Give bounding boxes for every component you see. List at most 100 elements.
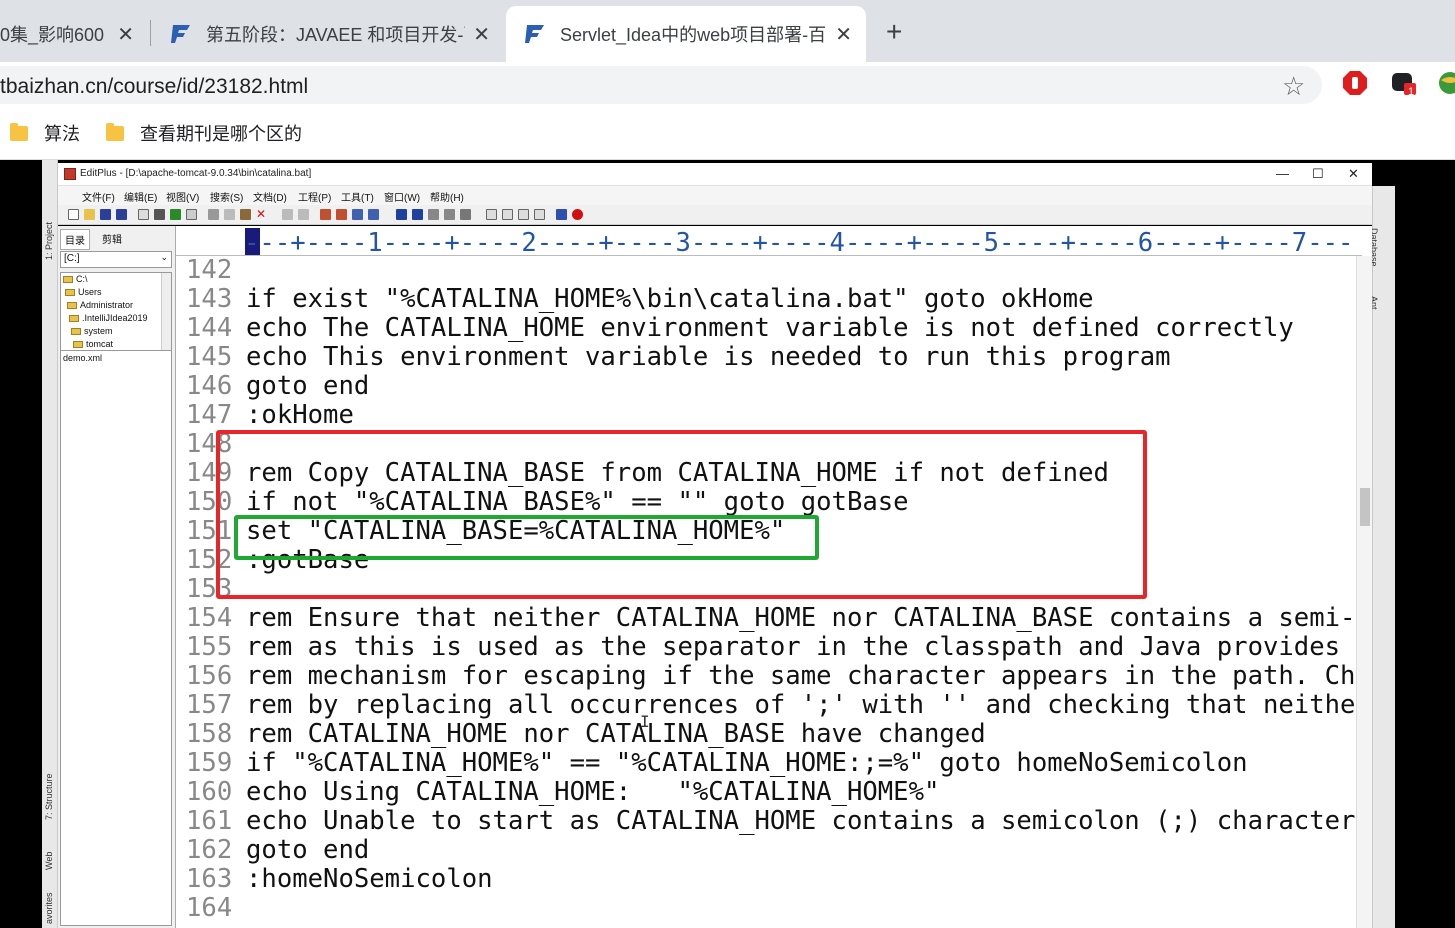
print-preview-icon[interactable] bbox=[138, 209, 149, 220]
line-number-icon[interactable] bbox=[428, 209, 439, 220]
adblock-extension-icon[interactable] bbox=[1342, 70, 1368, 96]
line-text[interactable]: echo This environment variable is needed… bbox=[246, 343, 1171, 372]
window-close-icon[interactable] bbox=[534, 209, 545, 220]
line-text[interactable]: rem by replacing all occurrences of ';' … bbox=[246, 691, 1362, 720]
tree-item[interactable]: system bbox=[61, 325, 171, 338]
new-tab-button[interactable]: + bbox=[886, 16, 902, 48]
minimize-button[interactable]: — bbox=[1276, 166, 1289, 181]
menu-project[interactable]: 工程(P) bbox=[298, 189, 331, 204]
close-icon[interactable]: ✕ bbox=[473, 22, 490, 47]
project-tool-label[interactable]: 1: Project bbox=[44, 222, 54, 260]
folder-icon bbox=[10, 122, 28, 141]
file-item[interactable]: demo.xml bbox=[63, 353, 102, 363]
cut-icon[interactable] bbox=[208, 209, 219, 220]
line-text[interactable]: echo Unable to start as CATALINA_HOME co… bbox=[246, 807, 1355, 836]
settings-icon[interactable] bbox=[460, 209, 471, 220]
print-icon[interactable] bbox=[154, 209, 165, 220]
line-text[interactable]: if "%CATALINA_HOME%" == "%CATALINA_HOME:… bbox=[246, 749, 1248, 778]
menu-file[interactable]: 文件(F) bbox=[82, 189, 115, 204]
find-icon[interactable] bbox=[320, 209, 331, 220]
baizhan-logo-icon bbox=[525, 25, 544, 43]
tab-cliptext[interactable]: 剪辑 bbox=[98, 229, 126, 248]
window-tile-icon[interactable] bbox=[502, 209, 513, 220]
globe-extension-icon[interactable] bbox=[1437, 70, 1455, 96]
structure-tool-label[interactable]: 7: Structure bbox=[44, 773, 54, 820]
folder-icon bbox=[69, 315, 79, 322]
save-all-icon[interactable] bbox=[116, 209, 127, 220]
browser-view-icon[interactable] bbox=[186, 209, 197, 220]
font-icon[interactable] bbox=[396, 209, 407, 220]
line-text[interactable]: rem Ensure that neither CATALINA_HOME no… bbox=[246, 604, 1362, 633]
stop-icon[interactable] bbox=[572, 209, 583, 220]
menu-window[interactable]: 窗口(W) bbox=[384, 189, 420, 204]
tree-item[interactable]: Users bbox=[61, 286, 171, 299]
help-icon[interactable] bbox=[556, 209, 567, 220]
web-tool-label[interactable]: Web bbox=[44, 852, 54, 870]
tree-item[interactable]: .IntelliJIdea2019 bbox=[61, 312, 171, 325]
menu-edit[interactable]: 编辑(E) bbox=[124, 189, 157, 204]
scrollbar-thumb[interactable] bbox=[1360, 488, 1370, 526]
tree-item[interactable]: Administrator bbox=[61, 299, 171, 312]
bookmark-algorithms[interactable]: 算法 bbox=[10, 120, 80, 146]
close-icon[interactable]: ✕ bbox=[835, 22, 852, 47]
line-number: 164 bbox=[186, 893, 233, 923]
menu-search[interactable]: 搜索(S) bbox=[210, 189, 243, 204]
omnibox[interactable]: tbaizhan.cn/course/id/23182.html ☆ bbox=[0, 66, 1322, 104]
close-button[interactable]: ✕ bbox=[1348, 166, 1359, 182]
favorites-tool-label[interactable]: avorites bbox=[44, 892, 54, 924]
line-number: 158 bbox=[186, 719, 233, 749]
line-number: 157 bbox=[186, 690, 233, 720]
ruler-icon[interactable] bbox=[444, 209, 455, 220]
save-icon[interactable] bbox=[100, 209, 111, 220]
new-file-icon[interactable] bbox=[68, 209, 79, 220]
menu-tools[interactable]: 工具(T) bbox=[341, 189, 374, 204]
line-text[interactable]: :homeNoSemicolon bbox=[246, 865, 493, 894]
drive-select[interactable]: [C:] ⌄ bbox=[60, 251, 172, 268]
line-text[interactable]: :okHome bbox=[246, 401, 354, 430]
copy-icon[interactable] bbox=[224, 209, 235, 220]
tree-item-label: Users bbox=[78, 287, 102, 297]
line-text[interactable]: if exist "%CATALINA_HOME%\bin\catalina.b… bbox=[246, 285, 1093, 314]
folder-icon bbox=[106, 122, 124, 141]
tab-directory[interactable]: 目录 bbox=[60, 229, 90, 250]
find-in-files-icon[interactable] bbox=[352, 209, 363, 220]
window-cascade-icon[interactable] bbox=[486, 209, 497, 220]
line-text[interactable]: goto end bbox=[246, 372, 369, 401]
editplus-app-icon bbox=[64, 168, 76, 180]
file-list: demo.xml bbox=[60, 350, 172, 926]
menu-help[interactable]: 帮助(H) bbox=[430, 189, 464, 204]
menu-document[interactable]: 文档(D) bbox=[253, 189, 287, 204]
chevron-down-icon: ⌄ bbox=[160, 252, 168, 262]
word-wrap-icon[interactable] bbox=[412, 209, 423, 220]
line-text[interactable]: goto end bbox=[246, 836, 369, 865]
line-text[interactable]: echo Using CATALINA_HOME: "%CATALINA_HOM… bbox=[246, 778, 939, 807]
window-list-icon[interactable] bbox=[518, 209, 529, 220]
editplus-title: EditPlus - [D:\apache-tomcat-9.0.34\bin\… bbox=[80, 168, 312, 179]
tab-video[interactable]: 0集_影响600 ✕ bbox=[0, 6, 148, 62]
replace-icon[interactable] bbox=[336, 209, 347, 220]
tab-servlet[interactable]: Servlet_Idea中的web项目部署-百 ✕ bbox=[506, 6, 866, 62]
tab-javaee[interactable]: 第五阶段：JAVAEE 和项目开发-百 ✕ bbox=[152, 6, 504, 62]
menu-view[interactable]: 视图(V) bbox=[166, 189, 199, 204]
line-text[interactable]: rem as this is used as the separator in … bbox=[246, 633, 1362, 662]
close-icon[interactable]: ✕ bbox=[117, 22, 134, 47]
line-text[interactable]: echo The CATALINA_HOME environment varia… bbox=[246, 314, 1294, 343]
url-text[interactable]: tbaizhan.cn/course/id/23182.html bbox=[0, 75, 308, 99]
vertical-scrollbar[interactable] bbox=[1356, 256, 1372, 928]
goto-line-icon[interactable] bbox=[368, 209, 379, 220]
line-text[interactable]: rem mechanism for escaping if the same c… bbox=[246, 662, 1362, 691]
tree-item-label: C:\ bbox=[76, 274, 88, 284]
redo-icon[interactable] bbox=[298, 209, 309, 220]
bookmark-journal[interactable]: 查看期刊是哪个区的 bbox=[106, 120, 302, 146]
maximize-button[interactable]: ☐ bbox=[1312, 166, 1324, 182]
undo-icon[interactable] bbox=[282, 209, 293, 220]
line-text[interactable]: rem CATALINA_HOME nor CATALINA_BASE have… bbox=[246, 720, 986, 749]
delete-icon[interactable]: ✕ bbox=[256, 207, 267, 221]
open-folder-icon[interactable] bbox=[84, 209, 95, 220]
tree-item[interactable]: C:\ bbox=[61, 273, 171, 286]
ruler-text: ---+----1----+----2----+----3----+----4-… bbox=[244, 228, 1354, 256]
star-icon[interactable]: ☆ bbox=[1282, 71, 1305, 102]
paste-icon[interactable] bbox=[240, 209, 251, 220]
editplus-toolbar: ✕ bbox=[58, 205, 1372, 225]
spell-check-icon[interactable] bbox=[170, 209, 181, 220]
